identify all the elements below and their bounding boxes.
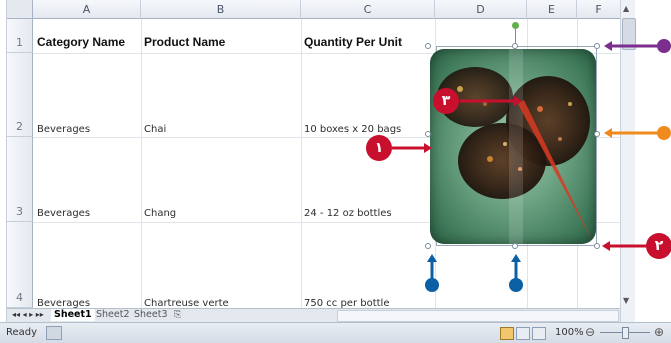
purple-dot: [657, 39, 671, 53]
rotation-wedge: [518, 100, 592, 240]
callout-overlay: [392, 39, 671, 292]
callout-1-arrowhead: [424, 143, 432, 153]
blue-arrowhead-left: [427, 254, 437, 262]
blue-dot-right: [509, 278, 523, 292]
purple-arrowhead: [604, 41, 612, 51]
orange-arrowhead: [604, 128, 612, 138]
callout-badge-1: ١: [366, 135, 392, 161]
callout-badge-2: ٢: [646, 233, 671, 259]
orange-dot: [657, 126, 671, 140]
callout-badge-3: ٣: [433, 88, 459, 114]
blue-arrowhead-right: [511, 254, 521, 262]
callout-2-arrowhead: [602, 241, 610, 251]
blue-dot-left: [425, 278, 439, 292]
